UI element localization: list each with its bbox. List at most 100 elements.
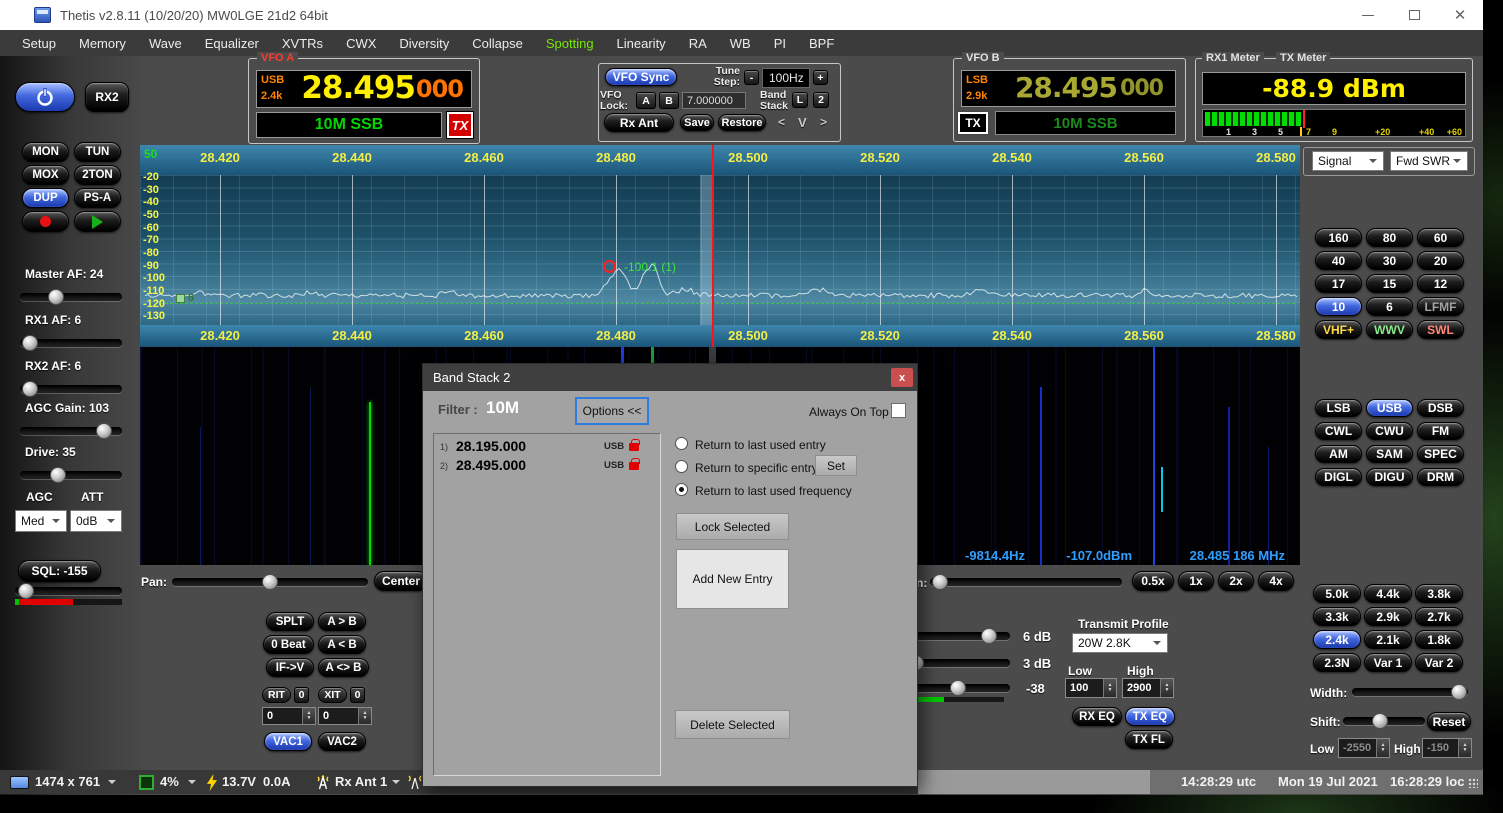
center-button[interactable]: Center xyxy=(374,571,428,591)
options-button[interactable]: Options << xyxy=(575,397,649,425)
filter-3-3k-button[interactable]: 3.3k xyxy=(1313,607,1361,626)
band-30-button[interactable]: 30 xyxy=(1366,251,1413,270)
vfo-a-display[interactable]: USB 2.4k 28.495 000 xyxy=(256,70,472,108)
filter-1-8k-button[interactable]: 1.8k xyxy=(1415,630,1463,649)
mon-button[interactable]: MON xyxy=(22,142,69,162)
xit-zero-button[interactable]: 0 xyxy=(350,687,365,703)
resize-grip[interactable] xyxy=(1468,778,1478,788)
radio-return-last-frequency-label[interactable]: Return to last used frequency xyxy=(695,484,852,498)
vfo-lock-a-button[interactable]: A xyxy=(636,92,656,109)
2ton-button[interactable]: 2TON xyxy=(74,165,121,185)
always-on-top-checkbox[interactable] xyxy=(891,403,906,418)
zoom-slider[interactable] xyxy=(930,574,1122,589)
band-stack-list[interactable]: 1) 28.195.000 USB 2) 28.495.000 USB xyxy=(433,433,661,776)
tx-meter-mode-select[interactable]: Fwd SWR xyxy=(1390,151,1468,171)
zoom-4x-button[interactable]: 4x xyxy=(1258,571,1294,591)
band-160-button[interactable]: 160 xyxy=(1315,228,1362,247)
stack-next-button[interactable]: > xyxy=(820,115,827,129)
tx-high-spinner[interactable]: 2900▲▼ xyxy=(1122,678,1174,698)
filter-high-spinner[interactable]: -150▲▼ xyxy=(1422,738,1472,758)
vac1-button[interactable]: VAC1 xyxy=(264,732,312,751)
rx-meter-mode-select[interactable]: Signal xyxy=(1312,151,1384,171)
spectrum-panadapter[interactable]: 6 -100.1 (1) xyxy=(140,175,1300,325)
menu-pi[interactable]: PI xyxy=(774,36,786,51)
b-to-a-button[interactable]: A < B xyxy=(318,635,366,654)
menu-ra[interactable]: RA xyxy=(689,36,707,51)
zoom-1x-button[interactable]: 1x xyxy=(1178,571,1214,591)
xit-button[interactable]: XIT xyxy=(318,687,347,703)
filter-5-0k-button[interactable]: 5.0k xyxy=(1313,584,1361,603)
filter-var-2-button[interactable]: Var 2 xyxy=(1415,653,1463,672)
tun-button[interactable]: TUN xyxy=(74,142,121,162)
filter-2-3n-button[interactable]: 2.3N xyxy=(1313,653,1361,672)
mode-cwu-button[interactable]: CWU xyxy=(1366,422,1413,440)
radio-return-last-entry-label[interactable]: Return to last used entry xyxy=(695,438,826,452)
band-lfmf-button[interactable]: LFMF xyxy=(1417,297,1464,316)
cpu-value[interactable]: 4% xyxy=(160,774,179,789)
maximize-button[interactable] xyxy=(1391,0,1437,30)
zoom-05x-button[interactable]: 0.5x xyxy=(1132,571,1174,591)
mode-fm-button[interactable]: FM xyxy=(1417,422,1464,440)
lock-selected-button[interactable]: Lock Selected xyxy=(676,513,789,540)
menu-wave[interactable]: Wave xyxy=(149,36,182,51)
drive-slider[interactable] xyxy=(20,467,122,482)
add-new-entry-button[interactable]: Add New Entry xyxy=(676,549,789,609)
dup-button[interactable]: DUP xyxy=(22,188,69,208)
delete-selected-button[interactable]: Delete Selected xyxy=(675,710,790,739)
mode-digu-button[interactable]: DIGU xyxy=(1366,468,1413,486)
band-40-button[interactable]: 40 xyxy=(1315,251,1362,270)
rit-zero-button[interactable]: 0 xyxy=(294,687,309,703)
band-wwv-button[interactable]: WWV xyxy=(1366,320,1413,339)
xit-spinner[interactable]: 0▲▼ xyxy=(318,707,372,725)
menu-diversity[interactable]: Diversity xyxy=(399,36,449,51)
dialog-title-bar[interactable]: Band Stack 2 x xyxy=(423,364,917,391)
band-17-button[interactable]: 17 xyxy=(1315,274,1362,293)
menu-linearity[interactable]: Linearity xyxy=(617,36,666,51)
menu-spotting[interactable]: Spotting xyxy=(546,36,594,51)
vfo-sync-button[interactable]: VFO Sync xyxy=(605,68,677,86)
menu-wb[interactable]: WB xyxy=(730,36,751,51)
cpdr-slider[interactable] xyxy=(905,680,1010,695)
power-button[interactable] xyxy=(15,82,75,112)
mode-am-button[interactable]: AM xyxy=(1315,445,1362,463)
sql-button[interactable]: SQL: -155 xyxy=(18,560,101,582)
rx-eq-button[interactable]: RX EQ xyxy=(1072,707,1122,726)
psa-button[interactable]: PS-A xyxy=(74,188,121,208)
width-slider[interactable] xyxy=(1352,684,1468,699)
set-button[interactable]: Set xyxy=(815,455,857,476)
mode-usb-button[interactable]: USB xyxy=(1366,399,1413,417)
radio-return-last-frequency[interactable] xyxy=(675,483,688,496)
band-10-button[interactable]: 10 xyxy=(1315,297,1362,316)
close-button[interactable]: ✕ xyxy=(1437,0,1483,30)
zero-beat-button[interactable]: 0 Beat xyxy=(263,635,314,654)
sql-slider[interactable] xyxy=(15,583,122,598)
band-stack-l-button[interactable]: L xyxy=(792,92,808,108)
filter-2-1k-button[interactable]: 2.1k xyxy=(1364,630,1412,649)
menu-cwx[interactable]: CWX xyxy=(346,36,376,51)
rx1-af-slider[interactable] xyxy=(20,335,122,350)
rx2-af-slider[interactable] xyxy=(20,381,122,396)
mode-dsb-button[interactable]: DSB xyxy=(1417,399,1464,417)
tune-step-up-button[interactable]: + xyxy=(813,70,828,85)
band-15-button[interactable]: 15 xyxy=(1366,274,1413,293)
transmit-profile-select[interactable]: 20W 2.8K xyxy=(1072,633,1168,653)
vac2-button[interactable]: VAC2 xyxy=(318,732,366,751)
tune-step-down-button[interactable]: - xyxy=(744,70,759,85)
mode-sam-button[interactable]: SAM xyxy=(1366,445,1413,463)
mic-gain-slider[interactable] xyxy=(905,628,1010,643)
pan-slider[interactable] xyxy=(172,574,368,589)
filter-3-8k-button[interactable]: 3.8k xyxy=(1415,584,1463,603)
rit-spinner[interactable]: 0▲▼ xyxy=(262,707,316,725)
rit-button[interactable]: RIT xyxy=(262,687,291,703)
dialog-close-button[interactable]: x xyxy=(891,368,913,387)
rx2-button[interactable]: RX2 xyxy=(85,82,129,112)
mode-spec-button[interactable]: SPEC xyxy=(1417,445,1464,463)
record-button[interactable] xyxy=(22,211,69,232)
stack-v-button[interactable]: V xyxy=(798,115,807,130)
tx-low-spinner[interactable]: 100▲▼ xyxy=(1065,678,1117,698)
tx-fl-button[interactable]: TX FL xyxy=(1125,730,1173,749)
filter-2-4k-button[interactable]: 2.4k xyxy=(1313,630,1361,649)
band-80-button[interactable]: 80 xyxy=(1366,228,1413,247)
band-12-button[interactable]: 12 xyxy=(1417,274,1464,293)
att-select[interactable]: 0dB xyxy=(70,510,122,532)
